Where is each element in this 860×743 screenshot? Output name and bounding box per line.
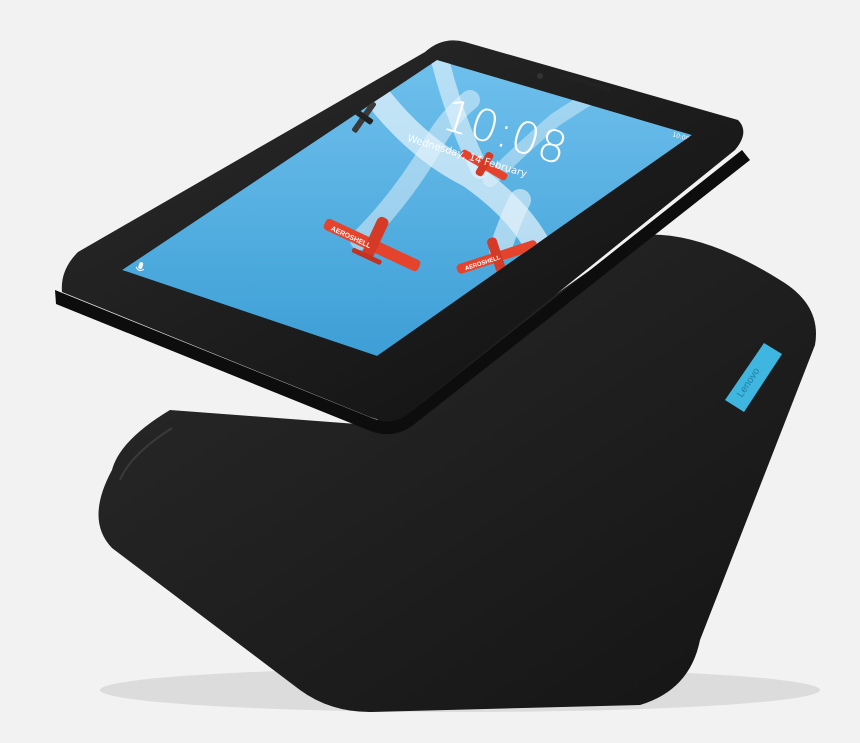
product-photo: Lenovo AEROSHELL AEROSHELL 10:08 Wednesd… (0, 0, 860, 743)
front-camera (537, 73, 543, 79)
tablet-illustration: Lenovo AEROSHELL AEROSHELL 10:08 Wednesd… (55, 40, 820, 712)
